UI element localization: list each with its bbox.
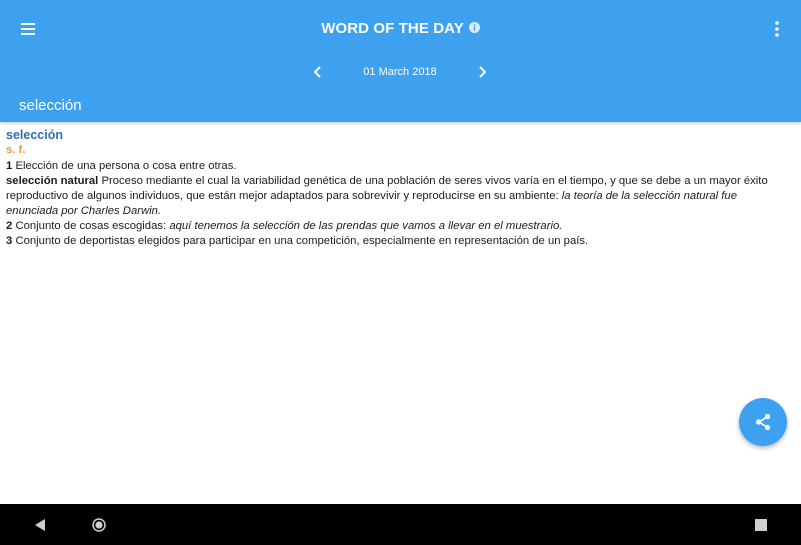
definition-content: selección s. f. 1 Elección de una person…	[6, 128, 791, 249]
chevron-left-icon	[313, 66, 321, 78]
definition-2-number: 2	[6, 220, 13, 232]
compound-definition: selección natural Proceso mediante el cu…	[6, 174, 791, 219]
definition-3-number: 3	[6, 235, 13, 247]
definition-3-text: Conjunto de deportistas elegidos para pa…	[15, 235, 589, 247]
definition-1-number: 1	[6, 160, 13, 172]
definition-2-example: aquí tenemos la selección de las prendas…	[169, 220, 563, 232]
definition-1: 1 Elección de una persona o cosa entre o…	[6, 159, 791, 174]
back-triangle-icon	[35, 519, 45, 531]
nav-home-button[interactable]	[90, 516, 108, 534]
chevron-right-icon	[479, 66, 487, 78]
share-icon	[755, 413, 771, 431]
definition-1-text: Elección de una persona o cosa entre otr…	[15, 160, 237, 172]
date-label: 01 March 2018	[363, 66, 437, 78]
nav-recent-apps-button[interactable]	[752, 516, 770, 534]
more-vert-icon	[775, 21, 779, 37]
date-navigator: 01 March 2018	[0, 60, 801, 84]
system-navigation-bar	[0, 504, 801, 545]
recent-square-icon	[755, 519, 767, 531]
page-title-text: WORD OF THE DAY	[321, 19, 464, 37]
share-button[interactable]	[739, 398, 787, 446]
definition-2: 2 Conjunto de cosas escogidas: aquí tene…	[6, 219, 791, 234]
entry-headword: selección	[6, 128, 63, 142]
appbar-word-heading: selección	[19, 97, 82, 114]
page-title: WORD OF THE DAY	[0, 19, 801, 37]
part-of-speech: s. f.	[6, 144, 26, 156]
compound-term: selección natural	[6, 175, 99, 187]
previous-day-button[interactable]	[308, 60, 328, 84]
definition-2-text: Conjunto de cosas escogidas:	[15, 220, 167, 232]
nav-back-button[interactable]	[32, 516, 50, 534]
next-day-button[interactable]	[472, 60, 492, 84]
more-options-button[interactable]	[765, 17, 789, 41]
definition-3: 3 Conjunto de deportistas elegidos para …	[6, 234, 791, 249]
app-bar: WORD OF THE DAY 01 March 2018 selección	[0, 0, 801, 122]
info-icon[interactable]	[468, 21, 480, 33]
home-circle-icon	[92, 518, 106, 532]
